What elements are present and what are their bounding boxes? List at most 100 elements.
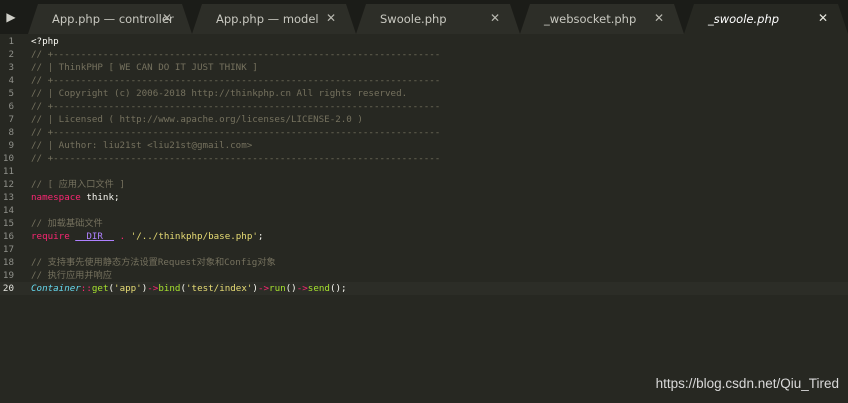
line-number: 12 bbox=[2, 179, 14, 190]
tab-swoole-active[interactable]: _swoole.php ✕ bbox=[684, 4, 848, 34]
token-dunder: __DIR__ bbox=[75, 231, 115, 242]
tab-label: App.php — controller bbox=[52, 12, 174, 26]
code-line[interactable]: 2 // +-----------------------------------… bbox=[0, 48, 848, 61]
close-icon[interactable]: ✕ bbox=[162, 11, 172, 25]
code-line[interactable]: 14 bbox=[0, 204, 848, 217]
token-plain: think; bbox=[80, 192, 120, 203]
token-string: 'app' bbox=[114, 283, 142, 294]
code-text: // +------------------------------------… bbox=[31, 48, 440, 61]
tab-websocket[interactable]: _websocket.php ✕ bbox=[520, 4, 684, 34]
token-keyword: -> bbox=[296, 283, 308, 294]
code-text: // +------------------------------------… bbox=[31, 74, 440, 87]
token-plain: () bbox=[285, 283, 297, 294]
code-line[interactable]: 4 // +-----------------------------------… bbox=[0, 74, 848, 87]
code-line[interactable]: 20 Container::get('app')->bind('test/inde… bbox=[0, 282, 848, 295]
token-comment: // 执行应用并响应 bbox=[31, 270, 112, 281]
code-line[interactable]: 9 // | Author: liu21st <liu21st@gmail.com… bbox=[0, 139, 848, 152]
token-keyword: -> bbox=[257, 283, 270, 294]
token-comment: // +------------------------------------… bbox=[31, 101, 441, 112]
line-number: 10 bbox=[2, 153, 14, 164]
token-string: 'test/index' bbox=[186, 283, 253, 294]
tab-app-model[interactable]: App.php — model ✕ bbox=[192, 4, 356, 34]
code-text: // | ThinkPHP [ WE CAN DO IT JUST THINK … bbox=[31, 61, 258, 74]
token-comment: // | Author: liu21st <liu21st@gmail.com> bbox=[31, 140, 253, 151]
close-icon[interactable]: ✕ bbox=[818, 11, 828, 25]
code-text: // 支持事先使用静态方法设置Request对象和Config对象 bbox=[31, 256, 276, 269]
code-text: // | Author: liu21st <liu21st@gmail.com> bbox=[31, 139, 252, 152]
code-text: // +------------------------------------… bbox=[31, 126, 440, 139]
code-line[interactable]: 6 // +-----------------------------------… bbox=[0, 100, 848, 113]
code-line[interactable]: 10 // +----------------------------------… bbox=[0, 152, 848, 165]
code-line[interactable]: 15 // 加载基础文件 bbox=[0, 217, 848, 230]
token-func: run bbox=[269, 283, 286, 294]
token-comment: // +------------------------------------… bbox=[31, 153, 441, 164]
code-line[interactable]: 1 <?php bbox=[0, 35, 848, 48]
line-number: 2 bbox=[8, 49, 14, 60]
line-number: 4 bbox=[8, 75, 14, 86]
tab-app-controller[interactable]: App.php — controller ✕ bbox=[28, 4, 192, 34]
code-text: // 执行应用并响应 bbox=[31, 269, 112, 282]
code-line[interactable]: 3 // | ThinkPHP [ WE CAN DO IT JUST THINK… bbox=[0, 61, 848, 74]
line-number: 3 bbox=[8, 62, 14, 73]
token-comment: // | ThinkPHP [ WE CAN DO IT JUST THINK … bbox=[31, 62, 258, 73]
token-class: Container bbox=[31, 283, 81, 294]
code-line[interactable]: 17 bbox=[0, 243, 848, 256]
token-string: '/../thinkphp/base.php' bbox=[130, 231, 258, 242]
close-icon[interactable]: ✕ bbox=[326, 11, 336, 25]
code-line[interactable]: 12 // [ 应用入口文件 ] bbox=[0, 178, 848, 191]
code-line[interactable]: 16 require __DIR__ . '/../thinkphp/base.p… bbox=[0, 230, 848, 243]
line-number: 18 bbox=[2, 257, 14, 268]
token-comment: // +------------------------------------… bbox=[31, 49, 441, 60]
token-plain: (); bbox=[329, 283, 347, 294]
tab-swoole[interactable]: Swoole.php ✕ bbox=[356, 4, 520, 34]
line-number: 6 bbox=[8, 101, 14, 112]
code-text: require __DIR__ . '/../thinkphp/base.php… bbox=[31, 230, 263, 243]
code-line[interactable]: 11 bbox=[0, 165, 848, 178]
tab-label: _swoole.php bbox=[708, 12, 780, 26]
code-line[interactable]: 5 // | Copyright (c) 2006-2018 http://thi… bbox=[0, 87, 848, 100]
line-number: 15 bbox=[2, 218, 14, 229]
line-number: 17 bbox=[2, 244, 14, 255]
token-keyword: :: bbox=[80, 283, 92, 294]
code-text: // +------------------------------------… bbox=[31, 100, 440, 113]
line-number: 1 bbox=[8, 36, 14, 47]
code-text: Container::get('app')->bind('test/index'… bbox=[31, 282, 347, 295]
code-text: // | Licensed ( http://www.apache.org/li… bbox=[31, 113, 363, 126]
token-keyword: -> bbox=[147, 283, 159, 294]
token-plain: ; bbox=[257, 231, 264, 242]
token-func: send bbox=[307, 283, 330, 294]
code-line[interactable]: 18 // 支持事先使用静态方法设置Request对象和Config对象 bbox=[0, 256, 848, 269]
code-line[interactable]: 13 namespace think; bbox=[0, 191, 848, 204]
line-number: 7 bbox=[8, 114, 14, 125]
line-number: 11 bbox=[2, 166, 14, 177]
line-number: 13 bbox=[2, 192, 14, 203]
token-comment: // 加载基础文件 bbox=[31, 218, 103, 229]
code-line[interactable]: 19 // 执行应用并响应 bbox=[0, 269, 848, 282]
code-line[interactable]: 7 // | Licensed ( http://www.apache.org/l… bbox=[0, 113, 848, 126]
line-number: 8 bbox=[8, 127, 14, 138]
line-number: 14 bbox=[2, 205, 14, 216]
close-icon[interactable]: ✕ bbox=[490, 11, 500, 25]
code-line[interactable]: 8 // +-----------------------------------… bbox=[0, 126, 848, 139]
line-number: 16 bbox=[2, 231, 14, 242]
token-func: get bbox=[91, 283, 109, 294]
code-text: // +------------------------------------… bbox=[31, 152, 440, 165]
code-editor[interactable]: 1 <?php 2 // +-----------------------------… bbox=[0, 34, 848, 403]
line-number: 9 bbox=[8, 140, 14, 151]
tab-scroll-left-icon[interactable]: ▶ bbox=[0, 0, 22, 34]
line-number: 20 bbox=[2, 283, 14, 294]
line-number: 5 bbox=[8, 88, 14, 99]
tab-label: _websocket.php bbox=[544, 12, 637, 26]
token-keyword: require bbox=[31, 231, 70, 242]
line-number: 19 bbox=[2, 270, 14, 281]
token-plain: <?php bbox=[31, 36, 59, 47]
code-text: // 加载基础文件 bbox=[31, 217, 103, 230]
token-comment: // | Licensed ( http://www.apache.org/li… bbox=[31, 114, 363, 125]
code-text: namespace think; bbox=[31, 191, 120, 204]
code-text: <?php bbox=[31, 35, 59, 48]
token-comment: // | Copyright (c) 2006-2018 http://thin… bbox=[31, 88, 408, 99]
code-text: // | Copyright (c) 2006-2018 http://thin… bbox=[31, 87, 407, 100]
code-text: // [ 应用入口文件 ] bbox=[31, 178, 125, 191]
close-icon[interactable]: ✕ bbox=[654, 11, 664, 25]
token-comment: // 支持事先使用静态方法设置Request对象和Config对象 bbox=[31, 257, 276, 268]
